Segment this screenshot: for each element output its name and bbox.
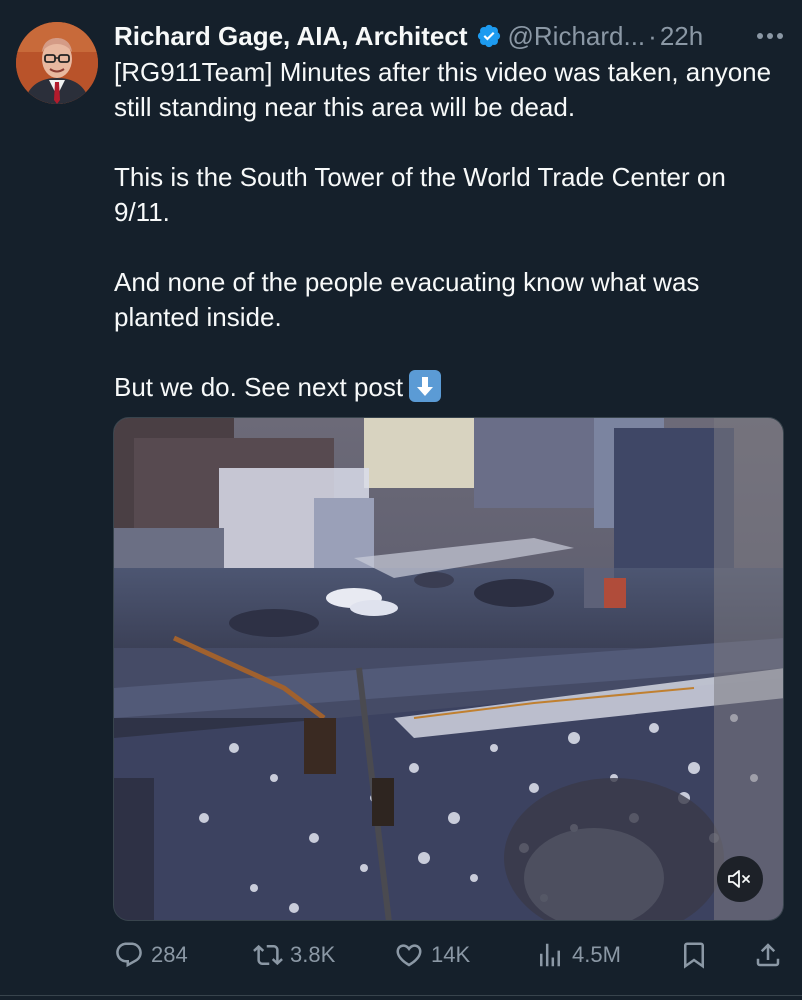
bookmark-button[interactable] bbox=[679, 933, 743, 977]
repost-button[interactable]: 3.8K bbox=[253, 933, 394, 977]
down-arrow-glyph bbox=[417, 377, 434, 396]
like-button[interactable]: 14K bbox=[394, 933, 535, 977]
mute-button[interactable] bbox=[717, 856, 763, 902]
tweet-actions: 284 3.8K 14K 4.5M bbox=[114, 933, 786, 977]
tweet-paragraph: This is the South Tower of the World Tra… bbox=[114, 162, 726, 227]
video-player[interactable] bbox=[113, 417, 784, 921]
tweet-text: [RG911Team] Minutes after this video was… bbox=[114, 55, 786, 405]
separator-dot: · bbox=[648, 20, 657, 51]
tweet-paragraph-last: But we do. See next post bbox=[114, 370, 786, 405]
more-options-button[interactable] bbox=[752, 18, 788, 54]
repost-count: 3.8K bbox=[290, 942, 336, 967]
tweet-header: Richard Gage, AIA, Architect @Richard...… bbox=[114, 18, 788, 54]
view-count: 4.5M bbox=[572, 942, 621, 967]
tweet-paragraph: And none of the people evacuating know w… bbox=[114, 267, 700, 332]
tweet-paragraph: [RG911Team] Minutes after this video was… bbox=[114, 57, 772, 122]
tweet-paragraph-text: But we do. See next post bbox=[114, 372, 404, 402]
divider bbox=[0, 995, 802, 996]
reply-button[interactable]: 284 bbox=[114, 933, 253, 977]
like-count: 14K bbox=[431, 942, 471, 967]
bookmark-icon bbox=[684, 942, 704, 969]
views-chart-icon bbox=[540, 943, 560, 967]
author-handle[interactable]: @Richard... bbox=[508, 21, 646, 52]
repost-icon bbox=[253, 944, 283, 966]
reply-icon bbox=[116, 942, 142, 968]
heart-icon bbox=[396, 944, 422, 967]
share-icon bbox=[756, 943, 780, 967]
reply-count: 284 bbox=[151, 942, 188, 967]
avatar[interactable] bbox=[16, 22, 98, 104]
muted-speaker-icon bbox=[728, 870, 750, 888]
more-options-icon bbox=[757, 33, 783, 39]
down-arrow-emoji bbox=[409, 370, 442, 402]
views-button[interactable]: 4.5M bbox=[535, 933, 679, 977]
timestamp[interactable]: 22h bbox=[660, 21, 703, 52]
avatar-photo bbox=[16, 22, 98, 104]
verified-badge-icon bbox=[477, 24, 500, 48]
author-name[interactable]: Richard Gage, AIA, Architect bbox=[114, 21, 468, 52]
share-button[interactable] bbox=[743, 933, 783, 977]
video-frame bbox=[114, 418, 783, 920]
